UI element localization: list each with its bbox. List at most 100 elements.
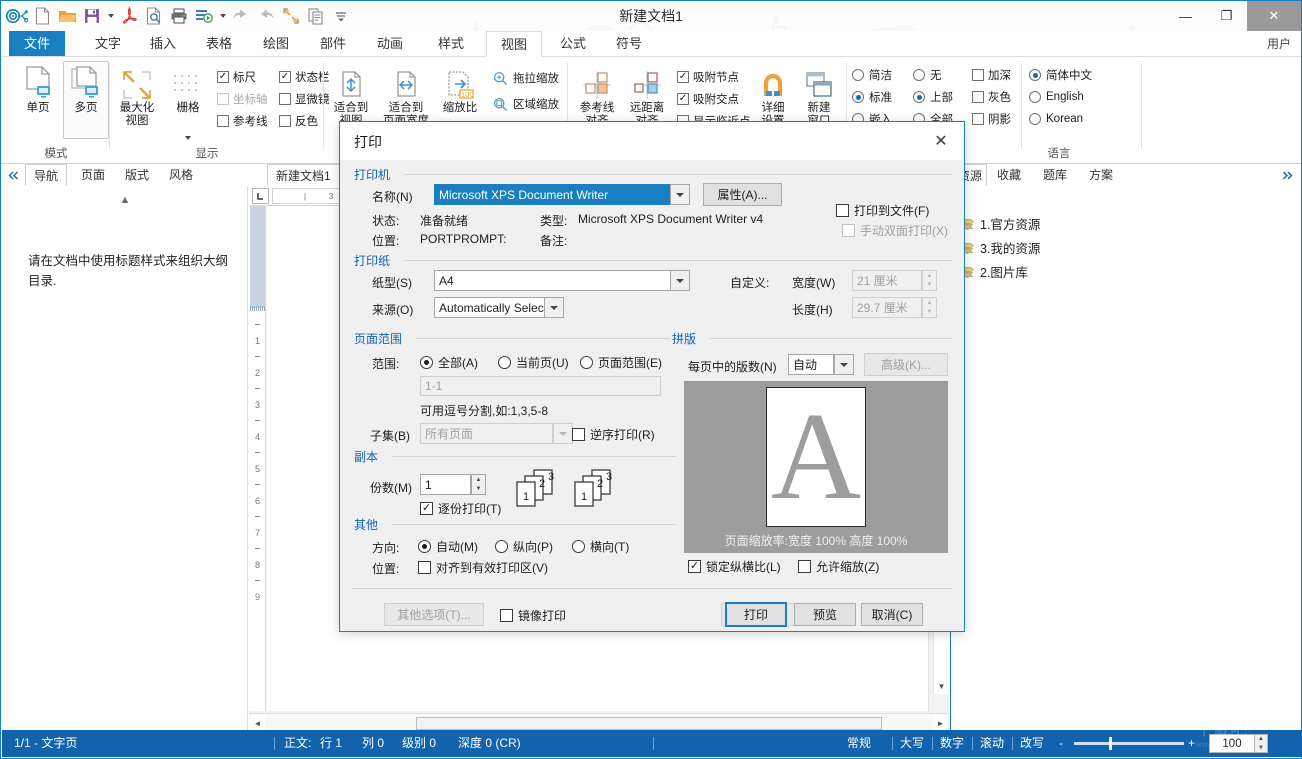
checkbox-reverse-print[interactable]: 逆序打印(R)	[572, 426, 655, 443]
printer-name-combo[interactable]: Microsoft XPS Document Writer	[434, 184, 690, 205]
slideshow-dropdown-icon[interactable]	[217, 4, 228, 28]
vruler-indent-handle[interactable]	[250, 306, 265, 311]
tab-formula[interactable]: 公式	[546, 31, 600, 57]
checkbox-snap-cross[interactable]: ✓ 吸附交点	[677, 91, 739, 107]
close-button[interactable]: ✕	[1247, 1, 1301, 31]
spinner-up[interactable]: ▲	[1255, 735, 1267, 744]
checkbox-guides[interactable]: 参考线	[217, 113, 268, 129]
tab-parts[interactable]: 部件	[306, 31, 360, 57]
zoom-value-input[interactable]: 100	[1209, 734, 1255, 753]
print-button[interactable]: 打印	[725, 602, 787, 627]
resource-item-gallery[interactable]: 2.图片库	[961, 262, 1028, 281]
right-tab-favorites[interactable]: 收藏	[989, 164, 1029, 186]
other-options-button-real[interactable]: 其他选项(T)...	[384, 603, 484, 626]
customize-qat-icon[interactable]	[329, 4, 353, 28]
checkbox-ruler[interactable]: ✓ 标尺	[217, 69, 256, 85]
drag-zoom-button[interactable]: 拖拉缩放	[489, 69, 563, 87]
area-zoom-button[interactable]: 区域缩放	[489, 95, 563, 113]
grid-button[interactable]: 栅格	[165, 61, 211, 140]
zoom-spinner[interactable]: ▲ ▼	[1255, 734, 1268, 753]
tab-view[interactable]: 视图	[486, 31, 543, 57]
right-tab-question-bank[interactable]: 题库	[1035, 164, 1075, 186]
checkbox-manual-duplex[interactable]: 手动双面打印(X)	[842, 222, 948, 239]
zoom-slider-track-right[interactable]	[1114, 742, 1182, 745]
spinner-down[interactable]: ▼	[923, 281, 936, 291]
save-icon[interactable]	[80, 4, 104, 28]
checkbox-collate[interactable]: ✓ 逐份打印(T)	[420, 500, 501, 517]
subset-combo[interactable]: 所有页面	[420, 423, 553, 444]
status-caps[interactable]: 大写	[900, 730, 924, 757]
zoom-out-button[interactable]: -	[1059, 730, 1063, 757]
preview-button[interactable]: 预览	[794, 603, 856, 626]
status-scroll[interactable]: 滚动	[980, 730, 1004, 757]
tab-insert[interactable]: 插入	[136, 31, 190, 57]
tab-symbol[interactable]: 符号	[602, 31, 656, 57]
checkbox-align-printable[interactable]: 对齐到有效打印区(V)	[418, 559, 548, 576]
spinner-up[interactable]: ▲	[923, 298, 936, 308]
new-file-icon[interactable]	[30, 4, 54, 28]
maximize-view-button[interactable]: 最大化 视图	[111, 61, 163, 139]
tab-text[interactable]: 文字	[81, 31, 135, 57]
checkbox-print-to-file[interactable]: 打印到文件(F)	[836, 202, 929, 219]
radio-range-all[interactable]: 全部(A)	[420, 354, 478, 371]
zoom-in-button[interactable]: +	[1188, 730, 1195, 757]
left-tab-layout[interactable]: 版式	[117, 164, 157, 186]
printer-name-dropdown-button[interactable]	[670, 184, 690, 205]
radio-lang-zh[interactable]: 简体中文	[1029, 67, 1092, 83]
undo-icon[interactable]	[229, 4, 253, 28]
tab-animation[interactable]: 动画	[363, 31, 417, 57]
checkbox-eff-darken[interactable]: 加深	[972, 67, 1011, 83]
paper-height-spinner[interactable]: ▲ ▼	[922, 297, 937, 318]
copies-spinner[interactable]: ▲ ▼	[471, 474, 486, 495]
maximize-button[interactable]: ❐	[1206, 1, 1247, 31]
horizontal-scrollbar[interactable]: ◄ ►	[249, 713, 949, 731]
scroll-down-button[interactable]: ▼	[934, 678, 949, 694]
spinner-down[interactable]: ▼	[923, 308, 936, 318]
radio-range-current[interactable]: 当前页(U)	[498, 354, 569, 371]
tab-table[interactable]: 表格	[192, 31, 246, 57]
nav-collapse-arrow-icon[interactable]: ▲	[2, 194, 248, 206]
radio-orient-auto[interactable]: 自动(M)	[418, 538, 478, 555]
checkbox-statusbar[interactable]: ✓ 状态栏	[279, 69, 330, 85]
left-tab-navigation[interactable]: 导航	[25, 164, 68, 186]
copy-icon[interactable]	[304, 4, 328, 28]
status-num[interactable]: 数字	[940, 730, 964, 757]
tab-stop-selector[interactable]	[252, 188, 269, 204]
paper-type-dropdown-button[interactable]	[670, 270, 690, 291]
single-page-button[interactable]: 单页	[15, 61, 61, 139]
printer-properties-button[interactable]: 属性(A)...	[703, 183, 782, 206]
zoom-slider-handle[interactable]	[1109, 737, 1112, 750]
radio-pos-top[interactable]: 上部	[913, 89, 953, 105]
checkbox-lock-ratio[interactable]: ✓ 锁定纵横比(L)	[688, 558, 781, 575]
resource-item-official[interactable]: 1.官方资源	[961, 214, 1040, 233]
user-label[interactable]: 用户	[1267, 31, 1291, 57]
radio-orient-portrait[interactable]: 纵向(P)	[495, 538, 553, 555]
paper-height-input[interactable]: 29.7 厘米	[852, 297, 922, 318]
radio-lang-en[interactable]: English	[1029, 89, 1084, 105]
checkbox-snap-node[interactable]: ✓ 吸附节点	[677, 69, 739, 85]
paper-width-input[interactable]: 21 厘米	[852, 270, 922, 291]
checkbox-eff-shadow[interactable]: 阴影	[972, 111, 1011, 127]
tab-draw[interactable]: 绘图	[249, 31, 303, 57]
radio-style-standard[interactable]: 标准	[852, 89, 892, 105]
subset-dropdown-button[interactable]	[553, 423, 573, 444]
resource-item-mine[interactable]: 3.我的资源	[961, 238, 1040, 257]
grid-dropdown-icon[interactable]	[166, 136, 210, 140]
paper-source-dropdown-button[interactable]	[544, 297, 564, 318]
slideshow-icon[interactable]	[192, 4, 216, 28]
dialog-close-button[interactable]: ✕	[918, 122, 964, 160]
print-preview-icon[interactable]	[142, 4, 166, 28]
copies-input[interactable]: 1	[420, 474, 471, 495]
open-folder-icon[interactable]	[55, 4, 79, 28]
radio-orient-landscape[interactable]: 横向(T)	[572, 538, 629, 555]
horizontal-scroll-thumb[interactable]	[416, 717, 882, 730]
checkbox-axis[interactable]: 坐标轴	[217, 91, 268, 107]
status-overwrite[interactable]: 改写	[1020, 730, 1044, 757]
app-logo-icon[interactable]	[5, 4, 29, 28]
range-pages-input[interactable]: 1-1	[420, 376, 661, 396]
paper-type-combo[interactable]: A4	[434, 270, 690, 291]
left-tab-pages[interactable]: 页面	[73, 164, 113, 186]
radio-lang-ko[interactable]: Korean	[1029, 111, 1083, 127]
scroll-left-button[interactable]: ◄	[250, 715, 265, 731]
checkbox-microscope[interactable]: 显微镜	[279, 91, 330, 107]
